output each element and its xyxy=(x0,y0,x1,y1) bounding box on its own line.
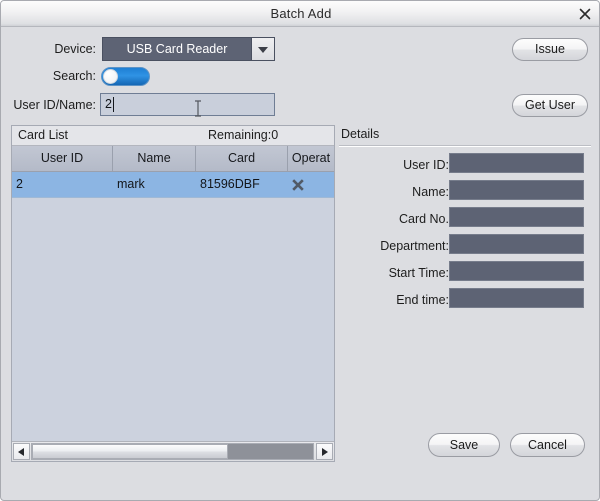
save-button[interactable]: Save xyxy=(428,433,500,457)
details-divider xyxy=(339,145,591,147)
chevron-down-icon[interactable] xyxy=(251,38,274,60)
column-header-name[interactable]: Name xyxy=(113,146,196,171)
detail-label-start-time: Start Time: xyxy=(388,266,449,280)
user-id-name-input[interactable]: 2 xyxy=(100,93,275,116)
title-bar: Batch Add xyxy=(1,1,599,27)
detail-field-card-no[interactable] xyxy=(449,207,584,227)
cell-name: mark xyxy=(117,177,145,191)
device-dropdown[interactable]: USB Card Reader xyxy=(102,37,275,61)
card-list-title: Card List xyxy=(18,128,69,142)
detail-field-name[interactable] xyxy=(449,180,584,200)
device-label: Device: xyxy=(54,42,96,56)
cancel-button[interactable]: Cancel xyxy=(510,433,585,457)
scrollbar-track[interactable] xyxy=(31,443,314,460)
details-title: Details xyxy=(341,127,380,141)
detail-label-card-no: Card No. xyxy=(398,212,449,226)
column-header-operation[interactable]: Operat xyxy=(288,146,334,171)
card-list-panel: Card List Remaining:0 User ID Name Card … xyxy=(11,125,335,462)
window-title: Batch Add xyxy=(270,6,332,21)
detail-field-start-time[interactable] xyxy=(449,261,584,281)
card-list-header-bar: Card List Remaining:0 xyxy=(12,126,334,146)
text-caret xyxy=(113,97,114,112)
horizontal-scrollbar[interactable] xyxy=(12,441,334,461)
table-body: 2 mark 81596DBF xyxy=(12,172,334,441)
detail-label-name: Name: xyxy=(412,185,449,199)
toggle-knob xyxy=(103,69,118,84)
detail-label-user-id: User ID: xyxy=(403,158,449,172)
detail-field-end-time[interactable] xyxy=(449,288,584,308)
column-header-user-id[interactable]: User ID xyxy=(12,146,113,171)
detail-label-department: Department: xyxy=(380,239,449,253)
remaining-count: Remaining:0 xyxy=(208,128,279,142)
issue-button[interactable]: Issue xyxy=(512,38,588,61)
user-id-name-label: User ID/Name: xyxy=(13,98,96,112)
detail-field-user-id[interactable] xyxy=(449,153,584,173)
device-selected-value: USB Card Reader xyxy=(126,42,228,56)
search-toggle[interactable] xyxy=(101,67,150,86)
detail-label-end-time: End time: xyxy=(396,293,449,307)
column-header-card[interactable]: Card xyxy=(196,146,288,171)
detail-field-department[interactable] xyxy=(449,234,584,254)
cell-card: 81596DBF xyxy=(200,177,260,191)
close-icon[interactable] xyxy=(576,5,594,23)
arrow-right-icon[interactable] xyxy=(316,443,333,460)
batch-add-dialog: Batch Add Device: USB Card Reader Search… xyxy=(0,0,600,501)
table-row[interactable]: 2 mark 81596DBF xyxy=(12,172,334,198)
arrow-left-icon[interactable] xyxy=(13,443,30,460)
search-label: Search: xyxy=(52,69,96,83)
delete-x-icon[interactable] xyxy=(290,177,306,193)
cell-operation xyxy=(288,172,334,197)
cell-user-id: 2 xyxy=(16,177,23,191)
get-user-button[interactable]: Get User xyxy=(512,94,588,117)
scrollbar-thumb[interactable] xyxy=(32,444,228,459)
user-id-name-value: 2 xyxy=(105,97,112,111)
table-header-row: User ID Name Card Operat xyxy=(12,146,334,172)
